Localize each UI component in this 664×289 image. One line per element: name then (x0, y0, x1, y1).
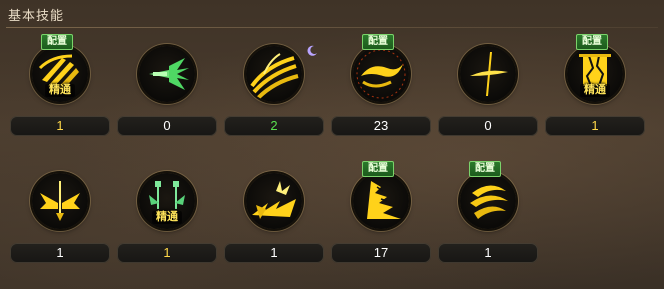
skill-slot-4[interactable]: 配置 23 (331, 30, 431, 136)
panel-title: 基本技能 (8, 8, 65, 23)
skill-slot-1[interactable]: 配置 精通 1 (10, 30, 110, 136)
skill-slot-2[interactable]: 0 (117, 30, 217, 136)
skill-slot-9[interactable]: 1 (224, 157, 324, 263)
skill-slot-6[interactable]: 配置 精通 1 (545, 30, 645, 136)
skill-level: 1 (117, 243, 217, 263)
skill-slot-8[interactable]: 精通 1 (117, 157, 217, 263)
skill-level: 0 (438, 116, 538, 136)
layered-slash-icon[interactable] (353, 173, 409, 229)
flame-wave-icon[interactable] (246, 46, 302, 102)
skill-slot-3[interactable]: 2 (224, 30, 324, 136)
master-tag: 精通 (580, 84, 610, 97)
skill-slot-7[interactable]: 1 (10, 157, 110, 263)
skill-level: 1 (438, 243, 538, 263)
skill-level: 1 (10, 116, 110, 136)
title-divider (6, 27, 658, 28)
skill-slot-11[interactable]: 配置 1 (438, 157, 538, 263)
skill-level: 1 (10, 243, 110, 263)
skill-slot-10[interactable]: 配置 17 (331, 157, 431, 263)
crescent-swirl-icon[interactable] (460, 173, 516, 229)
cross-strike-icon[interactable] (460, 46, 516, 102)
winged-dagger-icon[interactable] (139, 46, 195, 102)
burst-rush-icon[interactable] (246, 173, 302, 229)
master-tag: 精通 (45, 84, 75, 97)
config-tag: 配置 (469, 161, 501, 177)
spiral-cut-icon[interactable] (353, 46, 409, 102)
config-tag: 配置 (576, 34, 608, 50)
skill-level: 23 (331, 116, 431, 136)
winged-sword-icon[interactable] (32, 173, 88, 229)
skill-level: 1 (545, 116, 645, 136)
skill-level: 0 (117, 116, 217, 136)
config-tag: 配置 (41, 34, 73, 50)
skill-level: 17 (331, 243, 431, 263)
config-tag: 配置 (362, 34, 394, 50)
skill-slot-5[interactable]: 0 (438, 30, 538, 136)
skill-level: 1 (224, 243, 324, 263)
master-tag: 精通 (152, 211, 182, 224)
config-tag: 配置 (362, 161, 394, 177)
skill-level: 2 (224, 116, 324, 136)
crescent-moon-icon (306, 44, 318, 56)
